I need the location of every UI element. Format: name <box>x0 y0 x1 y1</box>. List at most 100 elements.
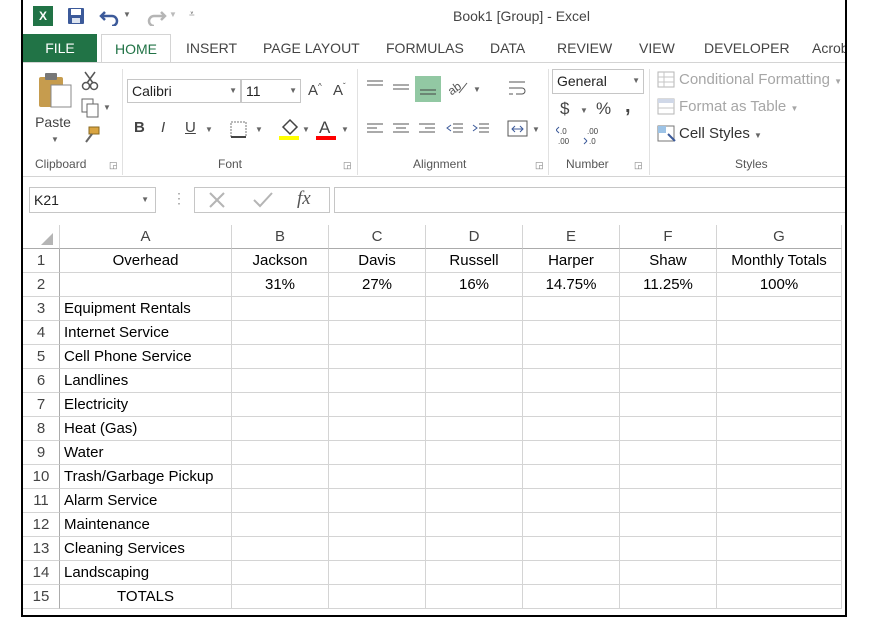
cell-b15[interactable] <box>232 585 329 609</box>
cell-g2[interactable]: 100% <box>717 273 842 297</box>
cell-e3[interactable] <box>523 297 620 321</box>
row-header[interactable]: 8 <box>23 417 60 441</box>
cell-g15[interactable] <box>717 585 842 609</box>
cell-f13[interactable] <box>620 537 717 561</box>
comma-button[interactable]: , <box>625 95 631 118</box>
cell-d3[interactable] <box>426 297 523 321</box>
middle-align-icon[interactable] <box>391 79 411 95</box>
cell-d15[interactable] <box>426 585 523 609</box>
cell-b5[interactable] <box>232 345 329 369</box>
number-format-combo[interactable]: General ▼ <box>552 69 644 94</box>
merge-center-icon[interactable] <box>507 119 529 139</box>
name-box[interactable]: K21 ▼ <box>29 187 156 213</box>
row-header[interactable]: 4 <box>23 321 60 345</box>
row-header[interactable]: 13 <box>23 537 60 561</box>
cell-e5[interactable] <box>523 345 620 369</box>
select-all-corner[interactable] <box>23 225 60 249</box>
bold-button[interactable]: B <box>134 119 145 136</box>
cell-f15[interactable] <box>620 585 717 609</box>
tab-acrobat[interactable]: Acrob <box>812 34 845 63</box>
tab-file[interactable]: FILE <box>23 34 97 63</box>
cell-c3[interactable] <box>329 297 426 321</box>
cell-a13[interactable]: Cleaning Services <box>60 537 232 561</box>
align-right-icon[interactable] <box>417 121 437 137</box>
row-header[interactable]: 15 <box>23 585 60 609</box>
wrap-text-icon[interactable] <box>507 79 527 101</box>
fill-color-dropdown-icon[interactable]: ▼ <box>302 125 310 134</box>
fill-color-icon[interactable] <box>279 117 301 141</box>
cell-g13[interactable] <box>717 537 842 561</box>
decrease-decimal-icon[interactable]: .00 .0 <box>583 125 605 147</box>
cell-g4[interactable] <box>717 321 842 345</box>
alignment-launcher-icon[interactable]: ◲ <box>535 160 544 171</box>
cell-f3[interactable] <box>620 297 717 321</box>
borders-icon[interactable] <box>230 121 248 139</box>
cell-g11[interactable] <box>717 489 842 513</box>
italic-button[interactable]: I <box>161 119 165 136</box>
row-header[interactable]: 5 <box>23 345 60 369</box>
cell-e9[interactable] <box>523 441 620 465</box>
cell-e15[interactable] <box>523 585 620 609</box>
row-header[interactable]: 14 <box>23 561 60 585</box>
cell-a15[interactable]: TOTALS <box>60 585 232 609</box>
cell-f6[interactable] <box>620 369 717 393</box>
bottom-align-button[interactable] <box>415 76 441 102</box>
cell-d9[interactable] <box>426 441 523 465</box>
cell-g7[interactable] <box>717 393 842 417</box>
format-painter-icon[interactable] <box>81 126 101 144</box>
cell-b12[interactable] <box>232 513 329 537</box>
cell-g10[interactable] <box>717 465 842 489</box>
tab-home[interactable]: HOME <box>101 34 171 63</box>
cell-c13[interactable] <box>329 537 426 561</box>
cell-e10[interactable] <box>523 465 620 489</box>
cell-e12[interactable] <box>523 513 620 537</box>
paste-button[interactable]: Paste <box>33 114 73 130</box>
cell-f14[interactable] <box>620 561 717 585</box>
cell-c4[interactable] <box>329 321 426 345</box>
cell-d2[interactable]: 16% <box>426 273 523 297</box>
row-header[interactable]: 1 <box>23 249 60 273</box>
font-color-icon[interactable]: A <box>316 117 338 141</box>
font-color-dropdown-icon[interactable]: ▼ <box>341 125 349 134</box>
tab-view[interactable]: VIEW <box>639 34 675 63</box>
cell-d11[interactable] <box>426 489 523 513</box>
cell-b7[interactable] <box>232 393 329 417</box>
cell-a3[interactable]: Equipment Rentals <box>60 297 232 321</box>
number-launcher-icon[interactable]: ◲ <box>634 160 643 171</box>
tab-formulas[interactable]: FORMULAS <box>386 34 464 63</box>
copy-icon[interactable] <box>81 98 99 118</box>
cell-d1[interactable]: Russell <box>426 249 523 273</box>
copy-dropdown-icon[interactable]: ▼ <box>103 103 111 112</box>
cell-f2[interactable]: 11.25% <box>620 273 717 297</box>
column-header-f[interactable]: F <box>620 225 717 249</box>
insert-function-button[interactable]: fx <box>297 188 311 210</box>
cell-g14[interactable] <box>717 561 842 585</box>
cut-icon[interactable] <box>81 71 99 91</box>
column-header-a[interactable]: A <box>60 225 232 249</box>
increase-decimal-icon[interactable]: .0 .00 <box>556 125 578 147</box>
column-header-e[interactable]: E <box>523 225 620 249</box>
align-center-icon[interactable] <box>391 121 411 137</box>
cell-c2[interactable]: 27% <box>329 273 426 297</box>
cell-b1[interactable]: Jackson <box>232 249 329 273</box>
tab-page-layout[interactable]: PAGE LAYOUT <box>263 34 360 63</box>
cell-a1[interactable]: Overhead <box>60 249 232 273</box>
shrink-font-icon[interactable]: Aˇ <box>333 82 346 99</box>
cell-b14[interactable] <box>232 561 329 585</box>
cell-e11[interactable] <box>523 489 620 513</box>
cell-b10[interactable] <box>232 465 329 489</box>
row-header[interactable]: 7 <box>23 393 60 417</box>
cell-d8[interactable] <box>426 417 523 441</box>
cell-d4[interactable] <box>426 321 523 345</box>
cell-a10[interactable]: Trash/Garbage Pickup <box>60 465 232 489</box>
cell-f4[interactable] <box>620 321 717 345</box>
row-header[interactable]: 3 <box>23 297 60 321</box>
cell-c10[interactable] <box>329 465 426 489</box>
underline-dropdown-icon[interactable]: ▼ <box>205 125 213 134</box>
cell-styles-button[interactable]: Cell Styles ▼ <box>679 125 762 142</box>
cell-b2[interactable]: 31% <box>232 273 329 297</box>
cell-f12[interactable] <box>620 513 717 537</box>
column-header-b[interactable]: B <box>232 225 329 249</box>
cell-c8[interactable] <box>329 417 426 441</box>
cell-e2[interactable]: 14.75% <box>523 273 620 297</box>
